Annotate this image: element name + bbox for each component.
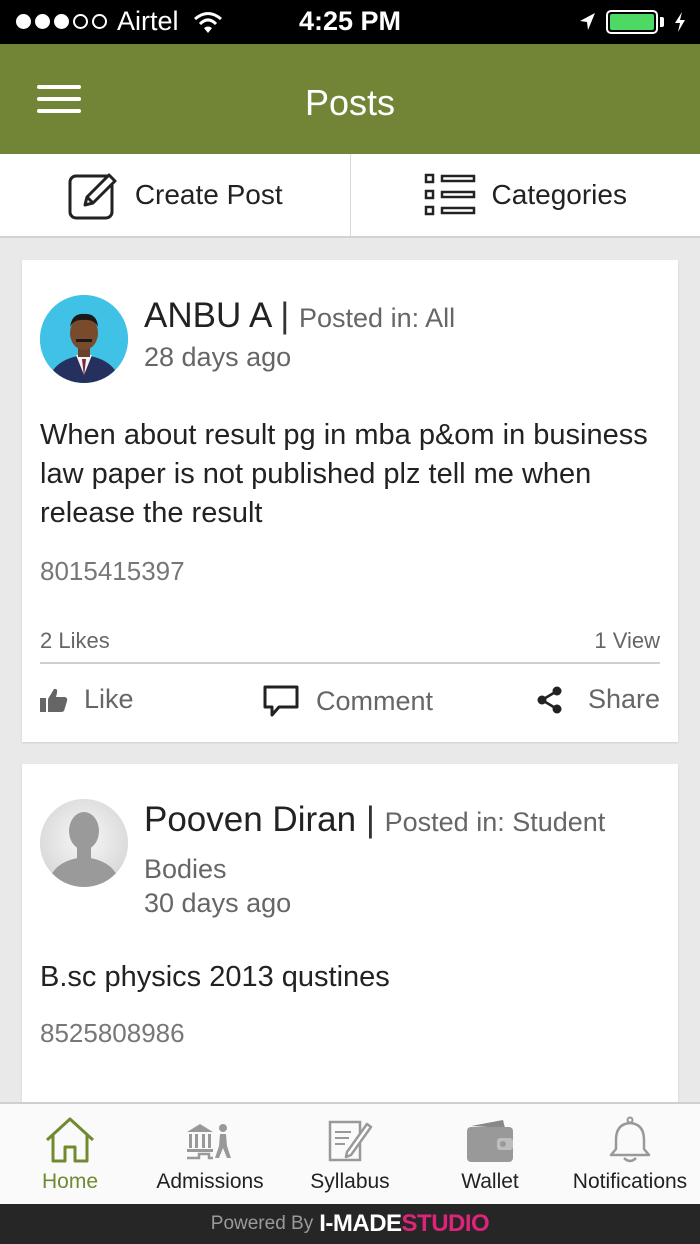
tab-notifications-label: Notifications xyxy=(572,1170,688,1193)
separator: | xyxy=(365,800,375,839)
post-author-line: Pooven Diran | Posted in: Student Bodies xyxy=(144,796,658,891)
app-header: Posts xyxy=(0,44,700,154)
wallet-icon xyxy=(467,1120,513,1162)
categories-button[interactable]: Categories xyxy=(349,154,700,236)
action-bar: Create Post Categories xyxy=(0,154,700,238)
list-icon xyxy=(424,173,475,216)
likes-count[interactable]: 2 Likes xyxy=(40,628,110,654)
bottom-tab-bar: Home Admissions Syllabus Wallet Notifica… xyxy=(0,1102,700,1204)
avatar[interactable] xyxy=(40,295,128,383)
create-post-label: Create Post xyxy=(134,179,283,210)
powered-by-text: Powered By xyxy=(210,1213,314,1234)
views-count: 1 View xyxy=(594,628,660,653)
post-author-line: ANBU A | Posted in: All xyxy=(144,292,658,339)
author-name[interactable]: ANBU A xyxy=(144,296,270,335)
comment-icon xyxy=(263,685,299,717)
powered-by-footer: Powered By I-MADE STUDIO xyxy=(0,1204,700,1244)
home-icon xyxy=(45,1117,95,1163)
create-post-button[interactable]: Create Post xyxy=(0,154,350,236)
syllabus-icon xyxy=(328,1120,373,1162)
brand-name: I-MADE xyxy=(319,1210,402,1237)
location-arrow-icon xyxy=(580,13,595,30)
page-title: Posts xyxy=(304,82,396,123)
comment-label: Comment xyxy=(316,685,434,716)
tab-syllabus-label: Syllabus xyxy=(310,1170,390,1193)
tab-notifications[interactable]: Notifications xyxy=(560,1104,700,1204)
comment-button[interactable]: Comment xyxy=(262,684,433,718)
post-text: B.sc physics 2013 qustines xyxy=(40,961,390,993)
brand-name-accent: STUDIO xyxy=(401,1210,490,1237)
thumbs-up-icon xyxy=(40,688,68,712)
battery-tip xyxy=(660,17,664,27)
post-phone: 8525808986 xyxy=(40,1018,185,1048)
battery-icon xyxy=(606,10,658,34)
like-label: Like xyxy=(84,684,134,714)
share-label: Share xyxy=(587,684,660,714)
posts-feed[interactable]: ANBU A | Posted in: All 28 days ago When… xyxy=(0,238,700,1102)
tab-home[interactable]: Home xyxy=(0,1104,140,1204)
separator: | xyxy=(280,296,290,335)
admissions-icon xyxy=(187,1124,231,1160)
share-icon xyxy=(537,686,562,713)
status-right xyxy=(578,10,686,34)
bell-icon xyxy=(609,1116,651,1163)
author-name[interactable]: Pooven Diran xyxy=(144,800,356,839)
like-button[interactable]: Like xyxy=(40,684,134,715)
status-bar: Airtel 4:25 PM xyxy=(0,0,700,44)
categories-label: Categories xyxy=(491,179,627,210)
tab-admissions-label: Admissions xyxy=(156,1170,264,1193)
edit-icon xyxy=(68,173,117,220)
post-phone: 8015415397 xyxy=(40,556,185,586)
tab-admissions[interactable]: Admissions xyxy=(140,1104,280,1204)
charging-bolt-icon xyxy=(675,12,685,32)
post-text: When about result pg in mba p&om in busi… xyxy=(40,419,648,529)
avatar[interactable] xyxy=(40,799,128,887)
share-button[interactable]: Share xyxy=(536,684,660,715)
tab-home-label: Home xyxy=(41,1170,99,1193)
post-card: Pooven Diran | Posted in: Student Bodies… xyxy=(22,764,678,1102)
post-actions: Like Comment Share xyxy=(40,684,660,724)
posted-in[interactable]: Posted in: All xyxy=(299,303,455,333)
tab-syllabus[interactable]: Syllabus xyxy=(280,1104,420,1204)
tab-wallet[interactable]: Wallet xyxy=(420,1104,560,1204)
post-time: 30 days ago xyxy=(144,888,292,918)
post-time: 28 days ago xyxy=(144,342,292,372)
post-stats: 2 Likes 1 View xyxy=(40,628,660,664)
tab-wallet-label: Wallet xyxy=(461,1170,519,1193)
post-card: ANBU A | Posted in: All 28 days ago When… xyxy=(22,260,678,742)
